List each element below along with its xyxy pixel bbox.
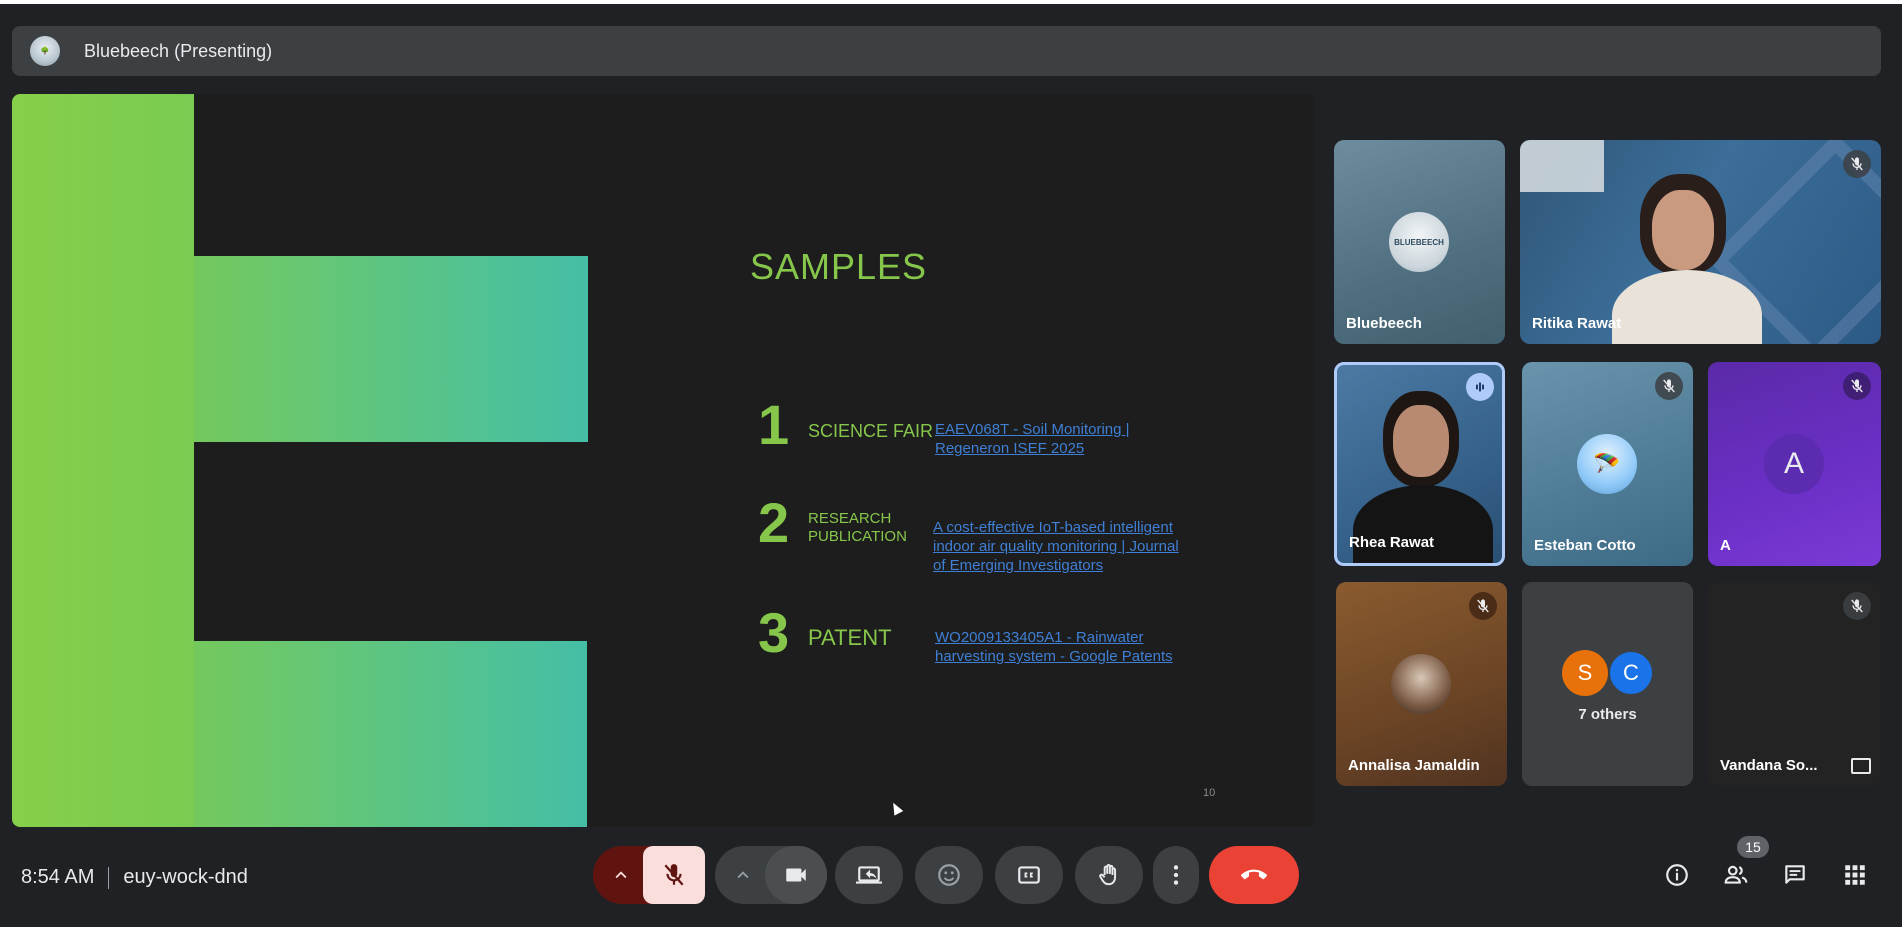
sample-item-1: 1 SCIENCE FAIR [758,392,933,457]
audio-settings-button[interactable] [593,846,649,904]
participant-avatar: C [1608,650,1654,696]
slide-title: SAMPLES [750,246,928,287]
participant-name: Vandana So... [1720,757,1818,774]
present-screen-icon [856,866,882,884]
activities-button[interactable] [1840,860,1870,890]
people-button[interactable] [1721,860,1751,890]
chevron-up-icon [615,871,627,879]
people-icon [1724,865,1748,884]
participant-tile-ritika-rawat[interactable]: Ritika Rawat [1520,140,1881,344]
participant-tile-bluebeech[interactable]: BLUEBEECH Bluebeech [1334,140,1505,344]
mic-off-icon [664,864,684,886]
mic-off-icon [1851,379,1863,393]
camera-control-group [715,846,827,904]
slide-decor-arm-bottom [194,641,587,827]
participant-tile-vandana[interactable]: Vandana So... [1708,582,1881,786]
mic-off-icon [1663,379,1675,393]
apps-grid-icon [1845,865,1865,885]
captions-button[interactable] [995,846,1063,904]
end-call-button[interactable] [1209,846,1299,904]
mic-off-badge [1843,592,1871,620]
mic-off-icon [1851,157,1863,171]
participant-tile-others[interactable]: S C 7 others [1522,582,1693,786]
end-call-icon [1241,869,1267,880]
sample-label: RESEARCH PUBLICATION [808,509,907,545]
meet-window: 🌳 Bluebeech (Presenting) SAMPLES 1 SCIEN… [0,4,1902,927]
picture-in-picture-icon[interactable] [1851,758,1871,774]
participant-name: Esteban Cotto [1534,537,1636,554]
participant-tile-annalisa-jamaldin[interactable]: Annalisa Jamaldin [1336,582,1507,786]
people-count-badge: 15 [1737,836,1769,858]
sample-label: PATENT [808,624,892,650]
presenter-name: Bluebeech (Presenting) [84,40,273,61]
presenter-bar: 🌳 Bluebeech (Presenting) [12,26,1881,76]
sample-label: SCIENCE FAIR [808,421,934,441]
participant-name: Annalisa Jamaldin [1348,757,1480,774]
video-settings-button[interactable] [715,846,771,904]
camera-icon [786,868,806,882]
mic-off-icon [1851,599,1863,613]
others-count-label: 7 others [1578,706,1637,723]
slide-page-number: 10 [1203,787,1216,799]
meeting-code[interactable]: euy-wock-dnd [123,866,248,889]
participant-name: Ritika Rawat [1532,315,1622,332]
meeting-info: 8:54 AM euy-wock-dnd [21,866,248,889]
presenter-avatar: 🌳 [30,36,60,66]
participant-tile-esteban-cotto[interactable]: 🪂 Esteban Cotto [1522,362,1693,566]
participant-avatar: 🪂 [1577,434,1637,494]
mic-off-badge [1843,372,1871,400]
chat-icon [1785,865,1805,884]
chevron-up-icon [737,871,749,879]
more-options-button[interactable] [1153,846,1199,904]
emoji-icon [938,864,960,886]
participant-avatar [1391,654,1451,714]
slide-decor-arm-top [194,256,588,442]
mic-off-badge [1655,372,1683,400]
participant-tile-a[interactable]: A A [1708,362,1881,566]
sample-item-2: 2 RESEARCH PUBLICATION [758,490,908,555]
more-vert-icon [1173,865,1179,885]
sample-link-2[interactable]: A cost-effective IoT-based intelligent i… [933,518,1193,575]
mic-toggle-button[interactable] [643,846,705,904]
divider [108,866,110,889]
speaking-indicator [1466,373,1494,401]
captions-icon [1018,866,1040,884]
participant-name: Bluebeech [1346,315,1422,332]
slide-decor-bar [12,94,194,827]
sample-number: 1 [758,393,790,456]
mic-off-badge [1843,150,1871,178]
person-face [1652,190,1714,270]
sample-link-1[interactable]: EAEV068T - Soil Monitoring | Regeneron I… [935,420,1135,458]
participant-name: Rhea Rawat [1349,534,1435,551]
person-shirt [1353,485,1493,563]
participant-avatar: S [1562,650,1608,696]
present-screen-button[interactable] [835,846,903,904]
participant-avatar: A [1764,434,1824,494]
logo-overlay [1520,140,1604,192]
sample-item-3: 3 PATENT [758,600,892,665]
sample-number: 3 [758,601,790,664]
participant-name: A [1720,537,1731,554]
shared-slide: SAMPLES 1 SCIENCE FAIR EAEV068T - Soil M… [12,94,1314,827]
mic-off-badge [1469,592,1497,620]
camera-toggle-button[interactable] [765,846,827,904]
info-icon [1666,864,1688,886]
raise-hand-icon [1099,864,1117,886]
reactions-button[interactable] [915,846,983,904]
mic-off-icon [1477,599,1489,613]
person-face [1393,405,1449,477]
clock-time: 8:54 AM [21,866,95,888]
raise-hand-button[interactable] [1075,846,1143,904]
chat-button[interactable] [1780,860,1810,890]
sample-number: 2 [758,491,790,554]
audio-wave-icon [1476,382,1484,392]
participant-avatar: BLUEBEECH [1389,212,1449,272]
mic-control-group [593,846,705,904]
meeting-details-button[interactable] [1662,860,1692,890]
sample-link-3[interactable]: WO2009133405A1 - Rainwater harvesting sy… [935,628,1175,666]
participant-tile-rhea-rawat[interactable]: Rhea Rawat [1334,362,1505,566]
